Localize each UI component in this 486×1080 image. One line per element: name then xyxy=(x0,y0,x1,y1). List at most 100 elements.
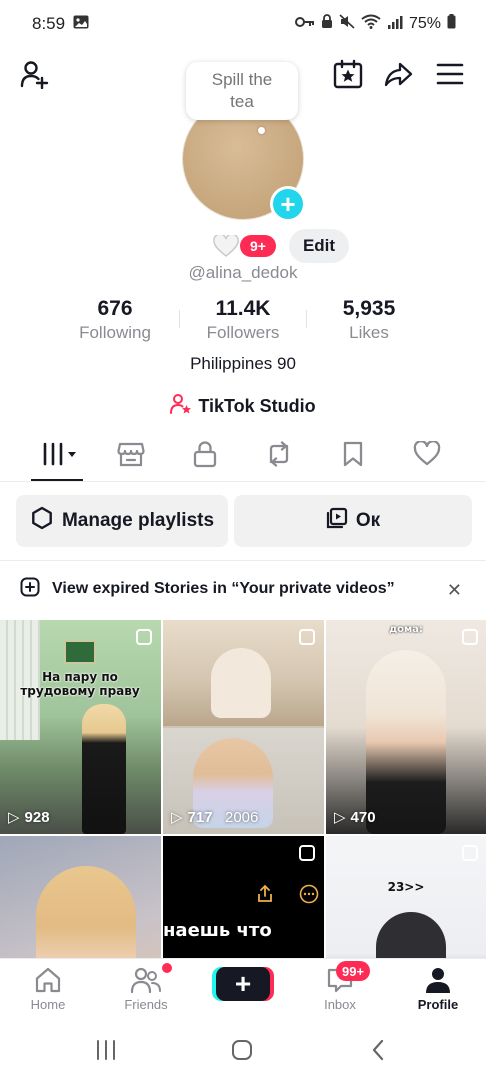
tab-shop[interactable] xyxy=(106,438,156,474)
tab-private[interactable] xyxy=(180,438,230,474)
calendar-star-icon[interactable] xyxy=(332,58,364,90)
tab-reposts[interactable] xyxy=(254,438,304,474)
tab-liked[interactable] xyxy=(402,438,452,474)
back-icon[interactable] xyxy=(358,1036,398,1064)
nav-profile[interactable]: Profile xyxy=(398,965,478,1012)
home-icon xyxy=(8,965,88,995)
lock-icon xyxy=(321,14,333,34)
status-time: 8:59 xyxy=(32,14,66,33)
gallery-icon xyxy=(73,14,89,34)
battery-percent: 75% xyxy=(408,15,441,32)
playlists-label: Manage playlists xyxy=(61,510,215,531)
cell-caption: 23>> xyxy=(387,880,425,894)
menu-icon[interactable] xyxy=(434,58,466,90)
play-icon: ▷ xyxy=(8,809,20,826)
bubble-line-2: tea xyxy=(230,92,254,111)
heart-outline-icon xyxy=(413,440,441,471)
tab-favorites[interactable] xyxy=(328,438,378,474)
add-friend-icon[interactable] xyxy=(18,58,50,90)
caption-line: трудовому праву xyxy=(20,684,140,698)
person-figure xyxy=(376,912,446,960)
stat-label: Likes xyxy=(349,323,389,342)
divider xyxy=(0,560,486,561)
share-icon[interactable] xyxy=(382,58,414,90)
bookmark-icon xyxy=(342,441,364,472)
share-icon xyxy=(255,884,275,909)
stat-label: Followers xyxy=(206,323,280,342)
stat-likes[interactable]: 5,935 Likes xyxy=(304,296,434,344)
manage-playlists-button[interactable]: Manage playlists xyxy=(16,495,228,547)
plus-icon: + xyxy=(234,968,252,999)
nav-label: Friends xyxy=(124,997,168,1012)
person-figure xyxy=(82,704,126,834)
nav-home[interactable]: Home xyxy=(8,965,88,1012)
video-thumbnail[interactable]: наешь что xyxy=(163,836,324,960)
stat-followers[interactable]: 11.4K Followers xyxy=(178,296,308,344)
content-tabs xyxy=(0,432,486,482)
mute-icon xyxy=(339,14,355,34)
lock-icon xyxy=(193,440,217,473)
nav-friends[interactable]: Friends xyxy=(106,965,186,1012)
heart-count-badge: 9+ xyxy=(240,235,276,257)
view-count: ▷ 470 xyxy=(334,808,376,827)
nav-label: Profile xyxy=(417,997,459,1012)
video-thumbnail[interactable] xyxy=(0,836,161,960)
bio-text: Philippines 90 xyxy=(190,354,296,373)
signal-icon xyxy=(387,15,403,34)
video-thumbnail[interactable]: На пару по трудовому праву ▷ 928 xyxy=(0,620,161,834)
nav-label: Inbox xyxy=(324,997,356,1012)
video-thumbnail[interactable]: 23>> xyxy=(326,836,486,960)
person-figure xyxy=(36,866,136,960)
system-nav xyxy=(0,1018,486,1080)
multi-post-icon xyxy=(136,629,152,645)
video-thumbnail[interactable]: дома: ▷ 470 xyxy=(326,620,486,834)
tiktok-studio-link[interactable]: TikTok Studio xyxy=(0,393,486,420)
shop-icon xyxy=(117,441,145,472)
note-bubble[interactable]: Spill the tea xyxy=(186,62,298,120)
photo-year: 2006 xyxy=(225,809,259,826)
expired-stories-notice[interactable]: View expired Stories in “Your private vi… xyxy=(0,566,486,612)
view-count-value: 470 xyxy=(350,808,376,826)
stat-following[interactable]: 676 Following xyxy=(50,296,180,344)
bottom-nav: Home Friends + Inbox 99+ Profile xyxy=(0,958,486,1018)
close-icon[interactable]: ✕ xyxy=(447,580,462,601)
multi-post-icon xyxy=(462,845,478,861)
profile-icon xyxy=(398,965,478,995)
add-avatar-button[interactable]: + xyxy=(270,186,306,222)
active-tab-indicator xyxy=(31,479,83,481)
stat-value: 676 xyxy=(97,297,133,320)
view-count: ▷ 717 xyxy=(171,808,213,827)
multi-post-icon xyxy=(462,629,478,645)
grid-bars-icon xyxy=(41,441,81,472)
stat-value: 11.4K xyxy=(215,297,271,320)
video-grid: На пару по трудовому праву ▷ 928 ▷ 717 2… xyxy=(0,620,486,960)
playlist-video-icon xyxy=(326,507,348,535)
stats-row: 676 Following 11.4K Followers 5,935 Like… xyxy=(0,296,486,346)
home-button-icon[interactable] xyxy=(222,1036,262,1064)
tab-videos[interactable] xyxy=(36,438,86,474)
repost-icon xyxy=(265,440,293,472)
bubble-tail xyxy=(258,127,265,134)
heart-icon[interactable] xyxy=(212,234,240,258)
stat-value: 5,935 xyxy=(342,297,396,320)
create-button[interactable]: + xyxy=(216,967,270,1001)
plus-icon: + xyxy=(280,189,296,219)
gear-icon xyxy=(30,506,54,536)
username: @alina_dedok xyxy=(188,263,298,282)
ok-button[interactable]: Ок xyxy=(234,495,472,547)
battery-icon xyxy=(447,14,456,34)
wall-sign xyxy=(64,640,96,664)
studio-person-icon xyxy=(170,393,192,420)
multi-post-icon xyxy=(299,629,315,645)
video-thumbnail[interactable]: ▷ 717 2006 xyxy=(163,620,324,834)
child-figure xyxy=(211,648,271,718)
caption-line: На пару по xyxy=(42,670,118,684)
play-icon: ▷ xyxy=(334,809,346,826)
bubble-line-1: Spill the xyxy=(211,70,273,89)
multi-post-icon xyxy=(299,845,315,861)
edit-profile-button[interactable]: Edit xyxy=(289,229,349,263)
recent-apps-icon[interactable] xyxy=(86,1036,126,1064)
studio-label: TikTok Studio xyxy=(198,396,316,416)
cell-caption: дома: xyxy=(389,624,423,635)
wifi-icon xyxy=(361,14,381,34)
